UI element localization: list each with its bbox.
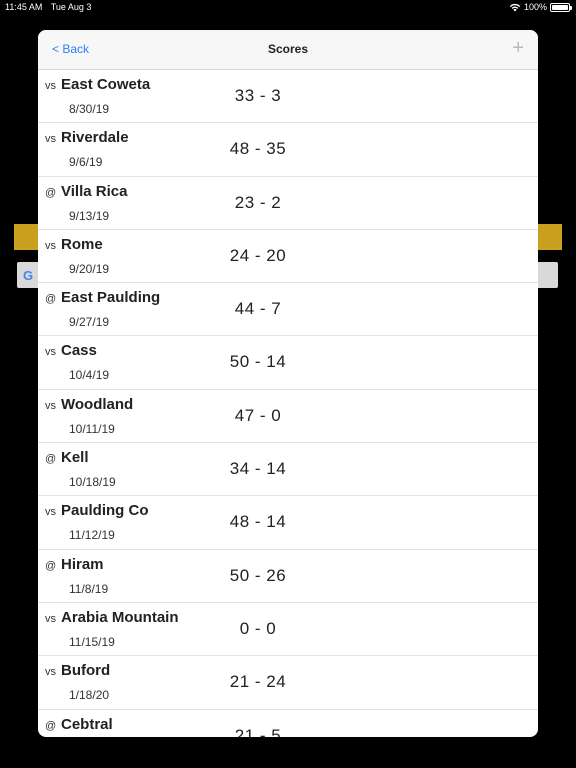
game-opponent: Woodland xyxy=(61,395,134,413)
game-date: 11/15/19 xyxy=(69,634,115,649)
game-location-prefix: @ xyxy=(45,719,57,732)
navigation-bar: < Back Scores + xyxy=(38,30,538,70)
game-row[interactable]: vs Woodland 10/11/19 47 - 0 xyxy=(38,390,538,444)
game-row[interactable]: vs East Coweta 8/30/19 33 - 3 xyxy=(38,70,538,124)
scores-list: vs East Coweta 8/30/19 33 - 3 vs Riverdale 9/6… xyxy=(38,70,538,737)
game-row[interactable]: vs Buford 1/18/20 21 - 24 xyxy=(38,656,538,710)
game-score: 48 - 35 xyxy=(229,139,287,159)
game-location-prefix: vs xyxy=(45,133,56,146)
add-button[interactable]: + xyxy=(512,38,524,58)
status-bar: 11:45 AM Tue Aug 3 100% xyxy=(0,0,576,14)
battery-fill xyxy=(552,4,568,10)
game-date: 9/6/19 xyxy=(69,155,103,170)
game-row[interactable]: vs Rome 9/20/19 24 - 20 xyxy=(38,230,538,284)
game-opponent: Hiram xyxy=(61,555,104,573)
game-date: 9/27/19 xyxy=(69,315,110,330)
game-location-prefix: vs xyxy=(45,666,56,679)
game-score: 23 - 2 xyxy=(234,192,282,212)
game-location-prefix: vs xyxy=(45,612,56,625)
game-opponent: Rome xyxy=(61,235,103,253)
scores-sheet: < Back Scores + vs East Coweta 8/30/19 33 -… xyxy=(38,30,538,737)
game-location-prefix: @ xyxy=(45,453,57,466)
status-left: 11:45 AM Tue Aug 3 xyxy=(5,2,97,12)
game-score: 34 - 14 xyxy=(229,459,287,479)
wifi-icon xyxy=(509,3,521,11)
game-opponent: Paulding Co xyxy=(61,502,149,520)
game-score: 44 - 7 xyxy=(234,299,282,319)
game-score: 21 - 5 xyxy=(234,725,282,737)
game-row[interactable]: vs Riverdale 9/6/19 48 - 35 xyxy=(38,123,538,177)
game-row[interactable]: @ East Paulding 9/27/19 44 - 7 xyxy=(38,283,538,337)
game-score: 50 - 14 xyxy=(229,352,287,372)
game-row[interactable]: @ Kell 10/18/19 34 - 14 xyxy=(38,443,538,497)
game-opponent: Buford xyxy=(61,662,111,680)
google-icon: G xyxy=(23,268,34,283)
game-location-prefix: vs xyxy=(45,239,56,252)
game-location-prefix: @ xyxy=(45,186,57,199)
game-date: 11/12/19 xyxy=(69,528,115,543)
game-location-prefix: vs xyxy=(45,80,56,92)
game-score: 33 - 3 xyxy=(234,86,282,105)
game-row[interactable]: @ Cebtral 21 - 5 xyxy=(38,710,538,737)
status-right: 100% xyxy=(509,2,572,12)
game-score: 0 - 0 xyxy=(239,618,277,638)
status-date: Tue Aug 3 xyxy=(50,2,92,12)
game-opponent: East Coweta xyxy=(61,76,151,93)
game-location-prefix: vs xyxy=(45,399,56,412)
game-row[interactable]: @ Villa Rica 9/13/19 23 - 2 xyxy=(38,177,538,230)
game-date: 9/13/19 xyxy=(69,208,110,223)
game-score: 47 - 0 xyxy=(234,405,282,425)
game-opponent: Villa Rica xyxy=(61,182,128,200)
game-opponent: East Paulding xyxy=(61,289,161,307)
game-score: 24 - 20 xyxy=(229,245,287,265)
game-row[interactable]: vs Cass 10/4/19 50 - 14 xyxy=(38,336,538,390)
game-score: 50 - 26 xyxy=(229,565,287,585)
game-date: 10/11/19 xyxy=(69,421,115,436)
game-date: 8/30/19 xyxy=(69,102,110,116)
game-opponent: Cass xyxy=(61,342,97,360)
game-date: 10/4/19 xyxy=(69,368,110,383)
game-location-prefix: vs xyxy=(45,346,56,359)
game-opponent: Riverdale xyxy=(61,129,129,147)
game-opponent: Arabia Mountain xyxy=(61,608,179,626)
game-row[interactable]: @ Hiram 11/8/19 50 - 26 xyxy=(38,550,538,603)
battery-percent: 100% xyxy=(523,2,547,12)
page-title: Scores xyxy=(267,42,309,56)
game-score: 48 - 14 xyxy=(229,512,287,532)
game-location-prefix: @ xyxy=(45,559,57,572)
game-opponent: Kell xyxy=(61,449,89,467)
game-score: 21 - 24 xyxy=(229,672,287,692)
battery-icon xyxy=(550,2,572,12)
game-row[interactable]: vs Paulding Co 11/12/19 48 - 14 xyxy=(38,496,538,550)
game-opponent: Cebtral xyxy=(61,715,113,733)
game-date: 10/18/19 xyxy=(69,475,116,490)
game-date: 11/8/19 xyxy=(69,581,109,596)
game-date: 9/20/19 xyxy=(69,261,110,276)
game-row[interactable]: vs Arabia Mountain 11/15/19 0 - 0 xyxy=(38,603,538,657)
game-date: 1/18/20 xyxy=(69,688,110,703)
status-time: 11:45 AM xyxy=(5,2,43,12)
screen: 11:45 AM Tue Aug 3 100% G < Back Scores … xyxy=(0,0,576,768)
game-location-prefix: @ xyxy=(45,293,57,306)
game-location-prefix: vs xyxy=(45,506,56,519)
